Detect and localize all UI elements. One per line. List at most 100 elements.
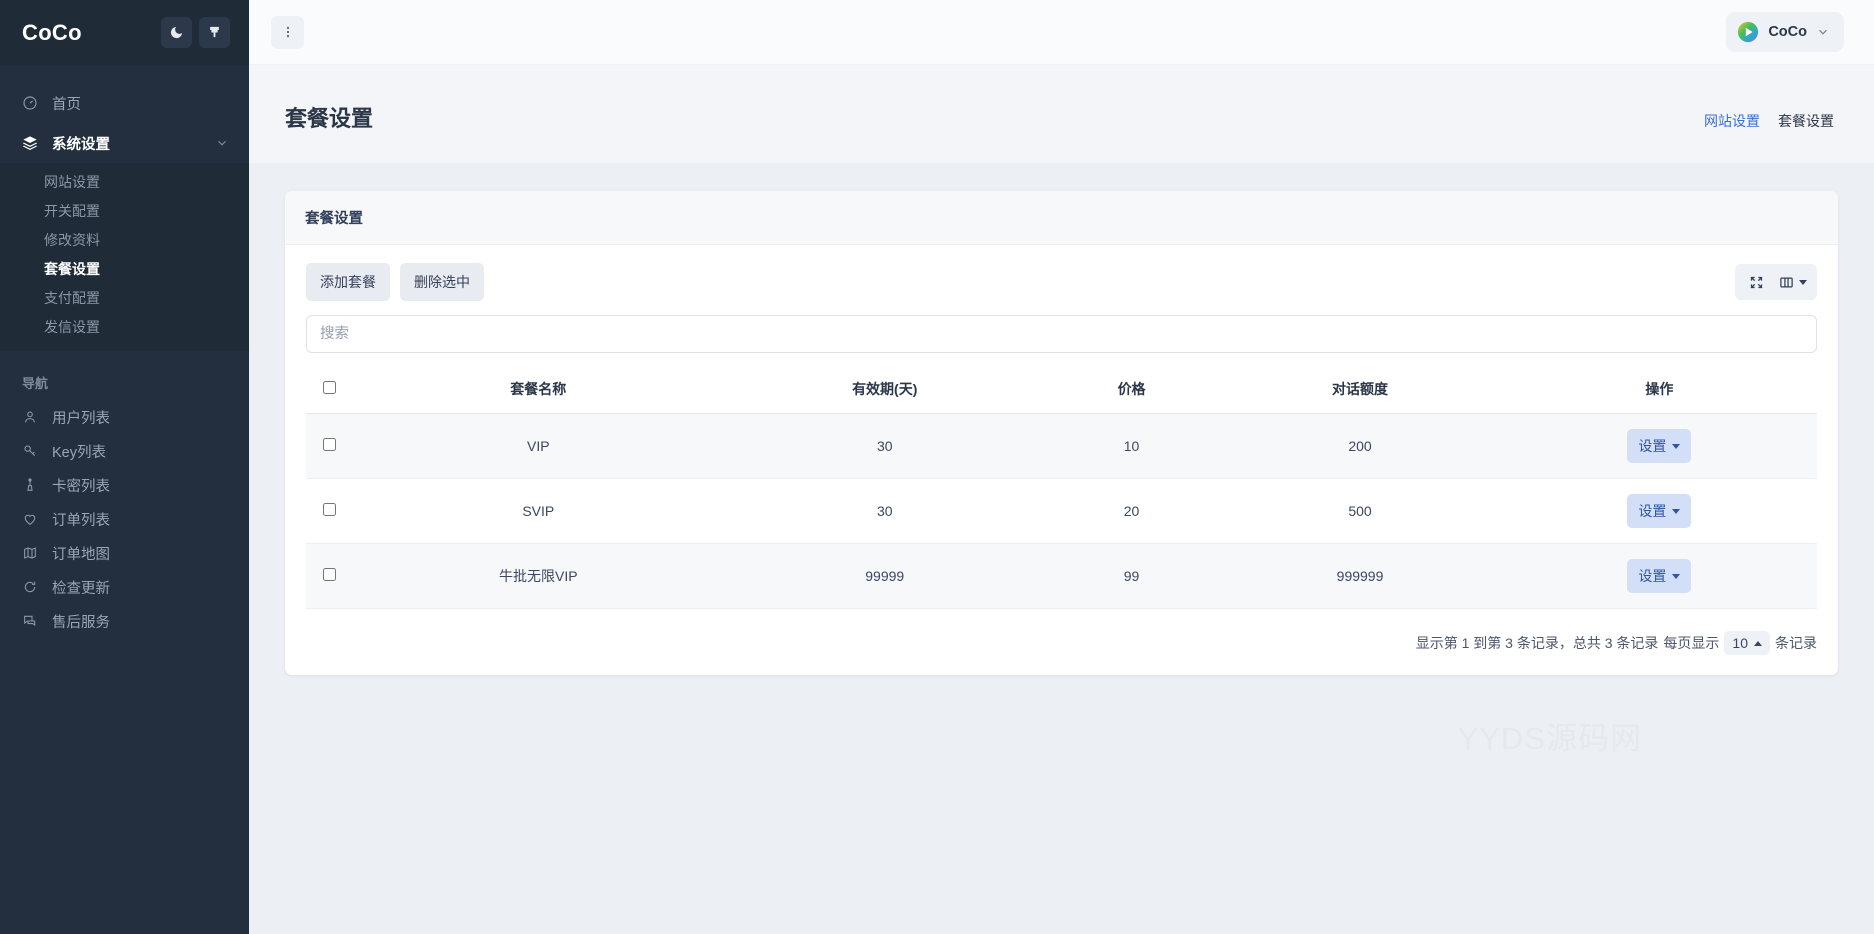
add-package-button[interactable]: 添加套餐: [306, 263, 390, 301]
sidebar-section-title: 导航: [0, 351, 249, 400]
sidebar-item-system-settings[interactable]: 系统设置: [0, 123, 249, 163]
breadcrumb-parent-link[interactable]: 网站设置: [1704, 111, 1760, 131]
row-select-cell: [306, 414, 352, 479]
sidebar-subitem-edit-profile[interactable]: 修改资料: [0, 225, 249, 254]
row-settings-button[interactable]: 设置: [1627, 429, 1691, 463]
refresh-icon: [22, 579, 44, 595]
sidebar-item-user-list[interactable]: 用户列表: [0, 400, 249, 434]
dots-vertical-icon: [281, 25, 295, 39]
cell-name: 牛批无限VIP: [352, 544, 725, 609]
caret-down-icon: [1672, 509, 1680, 514]
card-body: 添加套餐 删除选中: [285, 245, 1838, 675]
theme-brush-button[interactable]: [199, 17, 230, 48]
brand-logo: CoCo: [22, 20, 154, 46]
sidebar-item-label: 订单列表: [52, 509, 110, 530]
sidebar-subitem-payment-config[interactable]: 支付配置: [0, 283, 249, 312]
sidebar-item-label: 订单地图: [52, 543, 110, 564]
select-all-col: [306, 367, 352, 414]
search-input[interactable]: [306, 315, 1817, 353]
per-page-value: 10: [1732, 635, 1748, 651]
table-body: VIP 30 10 200 设置: [306, 414, 1817, 609]
sidebar-item-order-map[interactable]: 订单地图: [0, 536, 249, 570]
sidebar-item-label: 首页: [52, 93, 229, 114]
ticket-icon: [22, 477, 44, 493]
chevron-down-icon: [1816, 25, 1830, 39]
row-checkbox[interactable]: [323, 503, 336, 516]
sidebar-subitem-mail-settings[interactable]: 发信设置: [0, 312, 249, 341]
cell-price: 10: [1045, 414, 1218, 479]
table-head: 套餐名称 有效期(天) 价格 对话额度 操作: [306, 367, 1817, 414]
page-header: 套餐设置 网站设置 套餐设置: [249, 65, 1874, 163]
sidebar-submenu-system-settings: 网站设置 开关配置 修改资料 套餐设置 支付配置 发信设置: [0, 163, 249, 351]
app-root: CoCo 首页: [0, 0, 1874, 934]
cell-action: 设置: [1502, 479, 1817, 544]
row-select-cell: [306, 479, 352, 544]
sidebar-item-check-update[interactable]: 检查更新: [0, 570, 249, 604]
card-title: 套餐设置: [285, 191, 1838, 245]
col-price: 价格: [1045, 367, 1218, 414]
cell-quota: 500: [1218, 479, 1502, 544]
cell-price: 99: [1045, 544, 1218, 609]
user-name: CoCo: [1768, 24, 1807, 40]
caret-up-icon: [1754, 641, 1762, 646]
table-row[interactable]: 牛批无限VIP 99999 99 999999 设置: [306, 544, 1817, 609]
row-checkbox[interactable]: [323, 438, 336, 451]
sidebar-item-card-list[interactable]: 卡密列表: [0, 468, 249, 502]
table-row[interactable]: SVIP 30 20 500 设置: [306, 479, 1817, 544]
fullscreen-button[interactable]: [1739, 268, 1773, 296]
sidebar-item-order-list[interactable]: 订单列表: [0, 502, 249, 536]
cell-price: 20: [1045, 479, 1218, 544]
row-settings-button[interactable]: 设置: [1627, 494, 1691, 528]
row-checkbox[interactable]: [323, 568, 336, 581]
select-all-checkbox[interactable]: [323, 381, 336, 394]
per-page-select[interactable]: 10: [1724, 631, 1770, 655]
sidebar-item-label: 用户列表: [52, 407, 110, 428]
cell-days: 99999: [725, 544, 1045, 609]
chevron-down-icon: [215, 136, 229, 150]
sidebar-subitem-site-settings[interactable]: 网站设置: [0, 167, 249, 196]
cell-days: 30: [725, 479, 1045, 544]
col-name: 套餐名称: [352, 367, 725, 414]
cell-days: 30: [725, 414, 1045, 479]
moon-icon: [169, 25, 184, 40]
row-settings-button[interactable]: 设置: [1627, 559, 1691, 593]
row-settings-label: 设置: [1638, 566, 1666, 586]
key-icon: [22, 443, 44, 459]
sidebar-item-label: 卡密列表: [52, 475, 110, 496]
columns-toggle-button[interactable]: [1773, 268, 1813, 296]
breadcrumb: 网站设置 套餐设置: [1704, 111, 1834, 133]
col-quota: 对话额度: [1218, 367, 1502, 414]
sidebar-item-label: Key列表: [52, 441, 106, 462]
col-action: 操作: [1502, 367, 1817, 414]
sidebar-toggle-button[interactable]: [271, 16, 304, 49]
cell-name: SVIP: [352, 479, 725, 544]
heart-icon: [22, 511, 44, 527]
cell-name: VIP: [352, 414, 725, 479]
main-region: CoCo 套餐设置 网站设置 套餐设置 套餐设置 添加: [249, 0, 1874, 934]
chat-icon: [22, 613, 44, 629]
table-header-row: 套餐名称 有效期(天) 价格 对话额度 操作: [306, 367, 1817, 414]
cell-action: 设置: [1502, 414, 1817, 479]
expand-icon: [1749, 275, 1764, 290]
package-settings-card: 套餐设置 添加套餐 删除选中: [285, 191, 1838, 675]
columns-icon: [1779, 275, 1794, 290]
map-icon: [22, 545, 44, 561]
sidebar-item-key-list[interactable]: Key列表: [0, 434, 249, 468]
col-days: 有效期(天): [725, 367, 1045, 414]
sidebar-item-home[interactable]: 首页: [0, 83, 249, 123]
dark-mode-toggle[interactable]: [161, 17, 192, 48]
cell-action: 设置: [1502, 544, 1817, 609]
delete-selected-button[interactable]: 删除选中: [400, 263, 484, 301]
caret-down-icon: [1799, 280, 1807, 285]
sidebar-subitem-package-settings[interactable]: 套餐设置: [0, 254, 249, 283]
user-menu[interactable]: CoCo: [1726, 12, 1844, 52]
row-select-cell: [306, 544, 352, 609]
sidebar-item-after-sales[interactable]: 售后服务: [0, 604, 249, 638]
search-row: [306, 315, 1817, 353]
row-settings-label: 设置: [1638, 436, 1666, 456]
sidebar: CoCo 首页: [0, 0, 249, 934]
topbar: CoCo: [249, 0, 1874, 65]
table-row[interactable]: VIP 30 10 200 设置: [306, 414, 1817, 479]
per-page-label: 每页显示: [1663, 633, 1719, 653]
sidebar-subitem-switch-config[interactable]: 开关配置: [0, 196, 249, 225]
